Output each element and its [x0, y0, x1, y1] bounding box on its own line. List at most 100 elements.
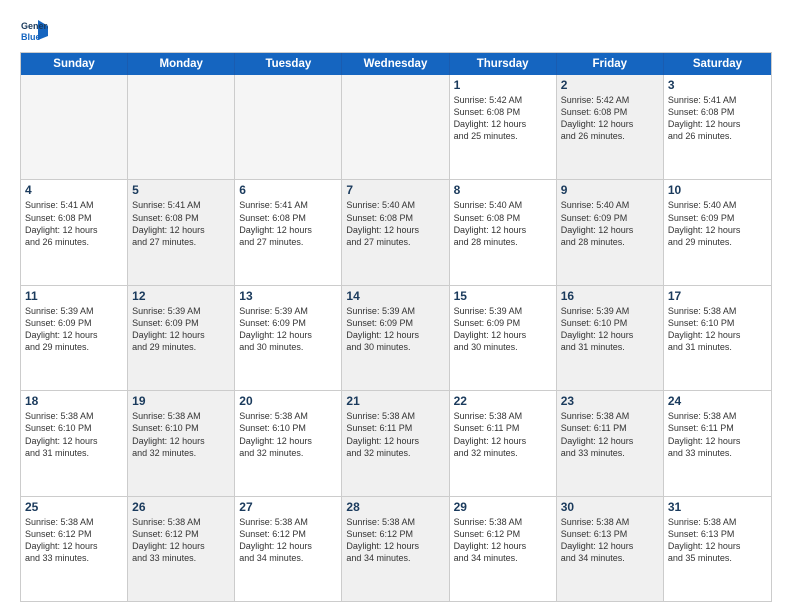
- svg-text:General: General: [21, 21, 48, 31]
- calendar-cell: 15 Sunrise: 5:39 AM Sunset: 6:09 PM Dayli…: [450, 286, 557, 390]
- day-number: 21: [346, 394, 444, 408]
- day-info: Sunrise: 5:41 AM Sunset: 6:08 PM Dayligh…: [668, 94, 767, 143]
- calendar-header-cell: Monday: [128, 53, 235, 75]
- calendar-cell: 4 Sunrise: 5:41 AM Sunset: 6:08 PM Daylig…: [21, 180, 128, 284]
- calendar-header-cell: Saturday: [664, 53, 771, 75]
- calendar-cell: 19 Sunrise: 5:38 AM Sunset: 6:10 PM Dayli…: [128, 391, 235, 495]
- calendar-cell: 23Sunrise: 5:38 AM Sunset: 6:11 PM Dayli…: [557, 391, 664, 495]
- calendar-cell: 2Sunrise: 5:42 AM Sunset: 6:08 PM Daylig…: [557, 75, 664, 179]
- day-info: Sunrise: 5:38 AM Sunset: 6:12 PM Dayligh…: [454, 516, 552, 565]
- calendar-cell: 12 Sunrise: 5:39 AM Sunset: 6:09 PM Dayli…: [128, 286, 235, 390]
- day-info: Sunrise: 5:41 AM Sunset: 6:08 PM Dayligh…: [132, 199, 230, 248]
- calendar-cell: 28 Sunrise: 5:38 AM Sunset: 6:12 PM Dayli…: [342, 497, 449, 601]
- day-number: 22: [454, 394, 552, 408]
- day-info: Sunrise: 5:39 AM Sunset: 6:10 PM Dayligh…: [561, 305, 659, 354]
- calendar-cell: 30Sunrise: 5:38 AM Sunset: 6:13 PM Dayli…: [557, 497, 664, 601]
- day-info: Sunrise: 5:38 AM Sunset: 6:10 PM Dayligh…: [132, 410, 230, 459]
- day-info: Sunrise: 5:38 AM Sunset: 6:10 PM Dayligh…: [25, 410, 123, 459]
- day-info: Sunrise: 5:39 AM Sunset: 6:09 PM Dayligh…: [454, 305, 552, 354]
- day-info: Sunrise: 5:39 AM Sunset: 6:09 PM Dayligh…: [346, 305, 444, 354]
- header: General Blue: [20, 16, 772, 44]
- calendar-cell: 8 Sunrise: 5:40 AM Sunset: 6:08 PM Daylig…: [450, 180, 557, 284]
- logo: General Blue: [20, 16, 52, 44]
- calendar-header-cell: Friday: [557, 53, 664, 75]
- day-number: 25: [25, 500, 123, 514]
- day-info: Sunrise: 5:41 AM Sunset: 6:08 PM Dayligh…: [25, 199, 123, 248]
- day-number: 29: [454, 500, 552, 514]
- day-info: Sunrise: 5:38 AM Sunset: 6:11 PM Dayligh…: [668, 410, 767, 459]
- calendar-cell: 31Sunrise: 5:38 AM Sunset: 6:13 PM Dayli…: [664, 497, 771, 601]
- calendar-cell: 25 Sunrise: 5:38 AM Sunset: 6:12 PM Dayli…: [21, 497, 128, 601]
- day-number: 20: [239, 394, 337, 408]
- day-info: Sunrise: 5:38 AM Sunset: 6:12 PM Dayligh…: [132, 516, 230, 565]
- calendar-cell: [342, 75, 449, 179]
- day-number: 28: [346, 500, 444, 514]
- calendar-cell: 7 Sunrise: 5:40 AM Sunset: 6:08 PM Daylig…: [342, 180, 449, 284]
- calendar-header-cell: Wednesday: [342, 53, 449, 75]
- day-info: Sunrise: 5:41 AM Sunset: 6:08 PM Dayligh…: [239, 199, 337, 248]
- day-info: Sunrise: 5:40 AM Sunset: 6:08 PM Dayligh…: [346, 199, 444, 248]
- day-info: Sunrise: 5:38 AM Sunset: 6:11 PM Dayligh…: [561, 410, 659, 459]
- calendar-cell: 10 Sunrise: 5:40 AM Sunset: 6:09 PM Dayli…: [664, 180, 771, 284]
- day-info: Sunrise: 5:38 AM Sunset: 6:13 PM Dayligh…: [561, 516, 659, 565]
- day-number: 4: [25, 183, 123, 197]
- calendar-week-row: 11Sunrise: 5:39 AM Sunset: 6:09 PM Dayli…: [21, 286, 771, 391]
- logo-icon: General Blue: [20, 16, 48, 44]
- day-info: Sunrise: 5:39 AM Sunset: 6:09 PM Dayligh…: [25, 305, 123, 354]
- day-number: 3: [668, 78, 767, 92]
- calendar-body: 1 Sunrise: 5:42 AM Sunset: 6:08 PM Daylig…: [21, 75, 771, 601]
- calendar-cell: 1 Sunrise: 5:42 AM Sunset: 6:08 PM Daylig…: [450, 75, 557, 179]
- calendar-week-row: 18 Sunrise: 5:38 AM Sunset: 6:10 PM Dayli…: [21, 391, 771, 496]
- calendar-cell: 20Sunrise: 5:38 AM Sunset: 6:10 PM Dayli…: [235, 391, 342, 495]
- calendar-cell: 9 Sunrise: 5:40 AM Sunset: 6:09 PM Daylig…: [557, 180, 664, 284]
- day-info: Sunrise: 5:38 AM Sunset: 6:12 PM Dayligh…: [239, 516, 337, 565]
- page: General Blue SundayMondayTuesdayWednesda…: [0, 0, 792, 612]
- day-info: Sunrise: 5:40 AM Sunset: 6:09 PM Dayligh…: [561, 199, 659, 248]
- day-number: 14: [346, 289, 444, 303]
- calendar-header-cell: Sunday: [21, 53, 128, 75]
- day-number: 31: [668, 500, 767, 514]
- calendar-cell: 13Sunrise: 5:39 AM Sunset: 6:09 PM Dayli…: [235, 286, 342, 390]
- calendar-cell: 18 Sunrise: 5:38 AM Sunset: 6:10 PM Dayli…: [21, 391, 128, 495]
- day-info: Sunrise: 5:38 AM Sunset: 6:11 PM Dayligh…: [346, 410, 444, 459]
- calendar-cell: [128, 75, 235, 179]
- day-number: 15: [454, 289, 552, 303]
- day-info: Sunrise: 5:40 AM Sunset: 6:08 PM Dayligh…: [454, 199, 552, 248]
- day-number: 8: [454, 183, 552, 197]
- day-info: Sunrise: 5:40 AM Sunset: 6:09 PM Dayligh…: [668, 199, 767, 248]
- calendar-cell: [235, 75, 342, 179]
- day-number: 5: [132, 183, 230, 197]
- calendar-cell: 21 Sunrise: 5:38 AM Sunset: 6:11 PM Dayli…: [342, 391, 449, 495]
- day-info: Sunrise: 5:38 AM Sunset: 6:12 PM Dayligh…: [346, 516, 444, 565]
- day-number: 24: [668, 394, 767, 408]
- calendar-cell: 22 Sunrise: 5:38 AM Sunset: 6:11 PM Dayli…: [450, 391, 557, 495]
- day-number: 19: [132, 394, 230, 408]
- calendar-cell: 5 Sunrise: 5:41 AM Sunset: 6:08 PM Daylig…: [128, 180, 235, 284]
- calendar-cell: [21, 75, 128, 179]
- day-number: 12: [132, 289, 230, 303]
- day-number: 26: [132, 500, 230, 514]
- day-info: Sunrise: 5:38 AM Sunset: 6:12 PM Dayligh…: [25, 516, 123, 565]
- day-number: 7: [346, 183, 444, 197]
- calendar-cell: 16 Sunrise: 5:39 AM Sunset: 6:10 PM Dayli…: [557, 286, 664, 390]
- day-number: 10: [668, 183, 767, 197]
- day-number: 16: [561, 289, 659, 303]
- day-number: 2: [561, 78, 659, 92]
- calendar-cell: 24 Sunrise: 5:38 AM Sunset: 6:11 PM Dayli…: [664, 391, 771, 495]
- calendar-cell: 3 Sunrise: 5:41 AM Sunset: 6:08 PM Daylig…: [664, 75, 771, 179]
- calendar-cell: 27Sunrise: 5:38 AM Sunset: 6:12 PM Dayli…: [235, 497, 342, 601]
- day-number: 13: [239, 289, 337, 303]
- day-info: Sunrise: 5:42 AM Sunset: 6:08 PM Dayligh…: [454, 94, 552, 143]
- calendar-week-row: 4 Sunrise: 5:41 AM Sunset: 6:08 PM Daylig…: [21, 180, 771, 285]
- calendar-cell: 29 Sunrise: 5:38 AM Sunset: 6:12 PM Dayli…: [450, 497, 557, 601]
- day-number: 1: [454, 78, 552, 92]
- day-number: 9: [561, 183, 659, 197]
- day-info: Sunrise: 5:38 AM Sunset: 6:11 PM Dayligh…: [454, 410, 552, 459]
- day-number: 17: [668, 289, 767, 303]
- day-info: Sunrise: 5:39 AM Sunset: 6:09 PM Dayligh…: [132, 305, 230, 354]
- day-number: 18: [25, 394, 123, 408]
- day-info: Sunrise: 5:38 AM Sunset: 6:10 PM Dayligh…: [668, 305, 767, 354]
- calendar-cell: 26 Sunrise: 5:38 AM Sunset: 6:12 PM Dayli…: [128, 497, 235, 601]
- calendar-header-cell: Tuesday: [235, 53, 342, 75]
- calendar: SundayMondayTuesdayWednesdayThursdayFrid…: [20, 52, 772, 602]
